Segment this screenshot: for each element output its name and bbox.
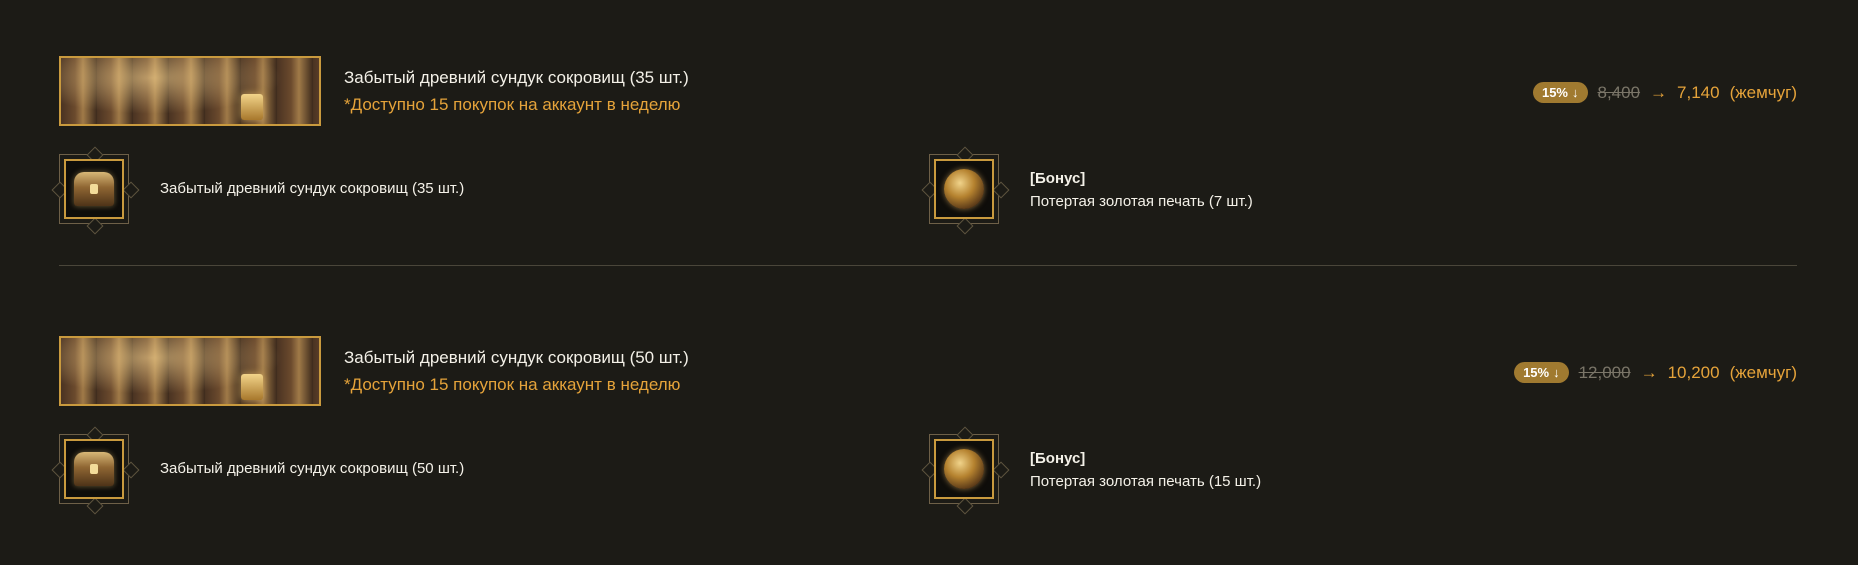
product-title: Забытый древний сундук сокровищ (35 шт.) — [344, 68, 689, 87]
purchase-limit-note: *Доступно 15 покупок на аккаунт в неделю — [344, 375, 681, 394]
item-frame — [934, 439, 994, 499]
old-price: 8,400 — [1597, 82, 1641, 102]
treasure-chest-icon — [74, 172, 114, 206]
price-arrow: → — [1640, 362, 1658, 382]
slot-ornament — [956, 497, 974, 515]
bonus-slot[interactable] — [921, 426, 1010, 515]
purchase-limit-note: *Доступно 15 покупок на аккаунт в неделю — [344, 95, 681, 114]
gold-seal-icon — [944, 169, 984, 209]
slot-ornament — [86, 497, 104, 515]
bonus-item-name: Потертая золотая печать (15 шт.) — [1030, 473, 1262, 490]
slot-ornament — [86, 217, 104, 235]
bonus-slot[interactable] — [921, 146, 1010, 235]
bonus-label: [Бонус] — [1030, 170, 1086, 187]
product-banner-image — [59, 56, 321, 126]
shop-page: Забытый древний сундук сокровищ (35 шт.)… — [0, 0, 1858, 565]
chest-lock-icon — [241, 94, 263, 120]
price-block: 15% ↓ 8,400 → 7,140 (жемчуг) — [1532, 82, 1797, 103]
item-frame — [64, 159, 124, 219]
divider — [59, 265, 1797, 266]
slot-ornament — [992, 461, 1010, 479]
old-price: 12,000 — [1578, 362, 1631, 382]
item-frame — [934, 159, 994, 219]
down-arrow-icon: ↓ — [1572, 85, 1579, 100]
discount-badge: 15% ↓ — [1514, 362, 1569, 383]
product-banner-image — [59, 336, 321, 406]
slot-ornament — [122, 461, 140, 479]
down-arrow-icon: ↓ — [1553, 365, 1560, 380]
discount-value: 15% — [1541, 85, 1568, 100]
gold-seal-icon — [944, 449, 984, 489]
slot-ornament — [122, 181, 140, 199]
item-frame — [64, 439, 124, 499]
bonus-label: [Бонус] — [1030, 450, 1086, 467]
included-item: Забытый древний сундук сокровищ (35 шт.) — [51, 146, 919, 235]
price-block: 15% ↓ 12,000 → 10,200 (жемчуг) — [1514, 362, 1797, 383]
price-arrow: → — [1650, 82, 1668, 102]
discount-value: 15% — [1523, 365, 1550, 380]
item-name: Забытый древний сундук сокровищ (35 шт.) — [160, 180, 465, 197]
currency-label: (жемчуг) — [1729, 362, 1797, 382]
currency-label: (жемчуг) — [1729, 82, 1797, 102]
bonus-item-name: Потертая золотая печать (7 шт.) — [1030, 193, 1253, 210]
item-name: Забытый древний сундук сокровищ (50 шт.) — [160, 460, 465, 477]
product-title: Забытый древний сундук сокровищ (50 шт.) — [344, 348, 689, 367]
item-slot[interactable] — [51, 146, 140, 235]
treasure-chest-icon — [74, 452, 114, 486]
new-price: 7,140 — [1677, 82, 1720, 102]
bonus-item: [Бонус] Потертая золотая печать (15 шт.) — [921, 426, 1529, 515]
bonus-item: [Бонус] Потертая золотая печать (7 шт.) — [921, 146, 1529, 235]
item-slot[interactable] — [51, 426, 140, 515]
chest-lock-icon — [241, 374, 263, 400]
slot-ornament — [992, 181, 1010, 199]
new-price: 10,200 — [1667, 362, 1720, 382]
discount-badge: 15% ↓ — [1532, 82, 1588, 103]
included-item: Забытый древний сундук сокровищ (50 шт.) — [51, 426, 919, 515]
slot-ornament — [956, 217, 974, 235]
